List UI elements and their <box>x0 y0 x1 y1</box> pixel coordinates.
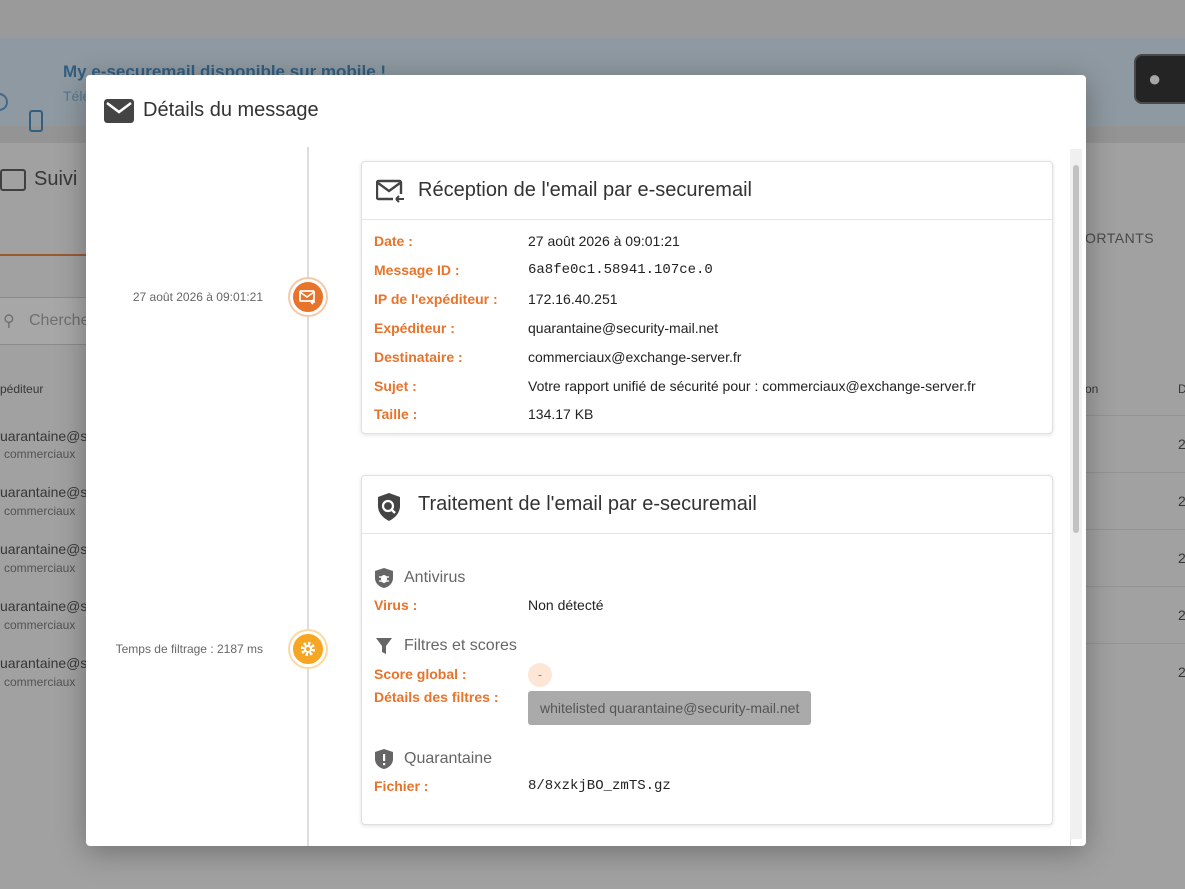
scrollbar-thumb[interactable] <box>1073 165 1079 533</box>
quarantine-title: Quarantaine <box>404 750 493 768</box>
antivirus-title: Antivirus <box>404 569 466 587</box>
message-id-value: 6a8fe0c1.58941.107ce.0 <box>528 262 713 278</box>
reception-card-title: Réception de l'email par e-securemail <box>418 179 752 201</box>
reception-timestamp: 27 août 2026 à 09:01:21 <box>132 290 263 304</box>
shield-bug-icon <box>375 568 393 588</box>
scrollbar[interactable] <box>1070 149 1082 839</box>
reception-card: Réception de l'email par e-securemail Da… <box>361 161 1053 434</box>
gear-icon <box>300 641 316 657</box>
treatment-card-title: Traitement de l'email par e-securemail <box>418 493 757 515</box>
treatment-timeline-dot <box>290 631 326 667</box>
treatment-card: Traitement de l'email par e-securemail A… <box>361 475 1053 825</box>
file-label: Fichier : <box>374 778 429 794</box>
reception-card-header: Réception de l'email par e-securemail <box>362 162 1052 220</box>
timeline-line <box>307 147 309 846</box>
filters-section: Filtres et scores <box>374 636 517 656</box>
filter-icon <box>376 638 392 654</box>
envelope-icon <box>104 99 134 123</box>
shield-search-icon <box>378 493 400 521</box>
virus-label: Virus : <box>374 597 418 613</box>
sender-value: quarantaine@security-mail.net <box>528 320 719 336</box>
recipient-label: Destinataire : <box>374 349 463 365</box>
recipient-value: commerciaux@exchange-server.fr <box>528 349 742 365</box>
dialog-header: Détails du message <box>86 75 1086 145</box>
dialog-title: Détails du message <box>143 99 319 121</box>
score-badge: - <box>528 663 552 687</box>
virus-value: Non détecté <box>528 597 604 613</box>
quarantine-section: Quarantaine <box>374 748 492 770</box>
size-value: 134.17 KB <box>528 406 594 422</box>
subject-label: Sujet : <box>374 378 417 394</box>
file-value: 8/8xzkjBO_zmTS.gz <box>528 778 671 794</box>
sender-label: Expéditeur : <box>374 320 455 336</box>
filters-title: Filtres et scores <box>404 637 517 655</box>
subject-value: Votre rapport unifié de sécurité pour : … <box>528 378 976 394</box>
size-label: Taille : <box>374 406 418 422</box>
treatment-card-header: Traitement de l'email par e-securemail <box>362 476 1052 534</box>
mail-received-icon <box>376 179 405 203</box>
message-details-dialog: Détails du message 27 août 2026 à 09:01:… <box>86 75 1086 846</box>
filtering-time: Temps de filtrage : 2187 ms <box>115 642 263 656</box>
sender-ip-value: 172.16.40.251 <box>528 291 618 307</box>
mail-received-icon <box>299 290 315 305</box>
date-value: 27 août 2026 à 09:01:21 <box>528 233 680 249</box>
shield-alert-icon <box>375 749 393 769</box>
date-label: Date : <box>374 233 413 249</box>
antivirus-section: Antivirus <box>374 567 465 589</box>
message-id-label: Message ID : <box>374 262 460 278</box>
score-label: Score global : <box>374 666 467 682</box>
reception-timeline-dot <box>290 279 326 315</box>
filter-details-label: Détails des filtres : <box>374 689 499 705</box>
filter-detail-chip: whitelisted quarantaine@security-mail.ne… <box>528 691 812 725</box>
sender-ip-label: IP de l'expéditeur : <box>374 291 498 307</box>
